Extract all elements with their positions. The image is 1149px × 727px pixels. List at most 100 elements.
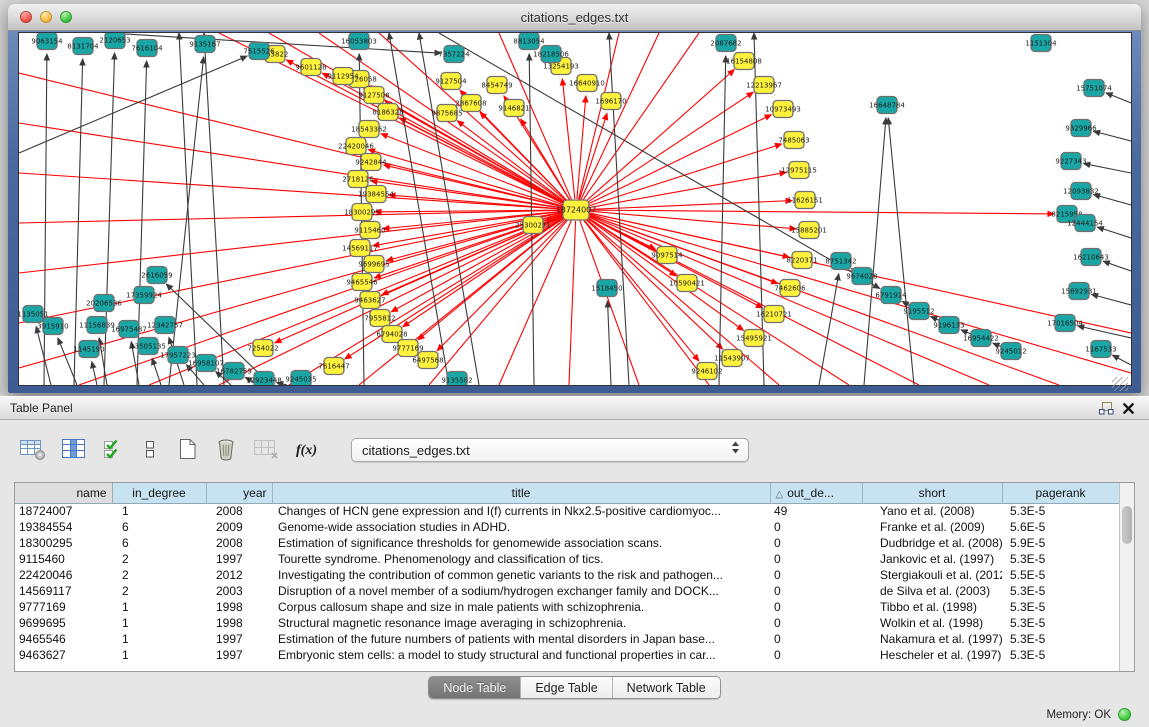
table-cell[interactable]: 9463627 — [15, 647, 112, 663]
network-node[interactable]: 12342757 — [147, 317, 183, 334]
table-cell[interactable]: 5.3E-5 — [1002, 615, 1119, 631]
table-cell[interactable]: 22420046 — [15, 567, 112, 583]
table-cell[interactable]: Jankovic et al. (1997) — [862, 551, 1002, 567]
table-row[interactable]: 946554611997Estimation of the future num… — [15, 631, 1119, 647]
table-cell[interactable]: 5.6E-5 — [1002, 519, 1119, 535]
table-cell[interactable]: 1 — [112, 615, 206, 631]
table-row[interactable]: 969969511998Structural magnetic resonanc… — [15, 615, 1119, 631]
network-node[interactable]: 8813054 — [513, 33, 545, 50]
column-header-short[interactable]: short — [862, 483, 1002, 503]
network-node[interactable]: 14569117 — [342, 240, 378, 257]
network-node[interactable]: 9246102 — [691, 363, 722, 380]
table-cell[interactable]: Disruption of a novel member of a sodium… — [272, 583, 770, 599]
table-cell[interactable]: Embryonic stem cells: a model to study s… — [272, 647, 770, 663]
tab-edge-table[interactable]: Edge Table — [521, 677, 612, 698]
network-node[interactable]: 15885201 — [791, 222, 827, 239]
network-node[interactable]: 1696170 — [595, 93, 626, 110]
table-cell[interactable]: 49 — [770, 503, 862, 519]
table-mode-button[interactable] — [18, 435, 47, 465]
network-node[interactable]: 22420046 — [338, 138, 374, 155]
table-cell[interactable]: 5.9E-5 — [1002, 535, 1119, 551]
network-node[interactable]: 12213967 — [746, 77, 782, 94]
network-node[interactable]: 17359924 — [126, 287, 162, 304]
delete-table-button[interactable] — [252, 435, 280, 465]
table-row[interactable]: 2242004622012Investigating the contribut… — [15, 567, 1119, 583]
network-node[interactable]: 8751342 — [825, 253, 856, 270]
delete-column-button[interactable] — [213, 435, 239, 465]
close-panel-button[interactable] — [1117, 398, 1139, 418]
table-cell[interactable]: 1997 — [206, 631, 272, 647]
table-cell[interactable]: 2008 — [206, 503, 272, 519]
table-cell[interactable]: 18300295 — [15, 535, 112, 551]
table-cell[interactable]: 9115460 — [15, 551, 112, 567]
column-header-out-de-[interactable]: △out_de... — [770, 483, 862, 503]
table-cell[interactable]: Structural magnetic resonance image aver… — [272, 615, 770, 631]
row-height-button[interactable] — [138, 435, 162, 465]
table-cell[interactable]: Corpus callosum shape and size in male p… — [272, 599, 770, 615]
table-cell[interactable]: 18724007 — [15, 503, 112, 519]
table-cell[interactable]: 0 — [770, 535, 862, 551]
network-node[interactable]: 15751074 — [1076, 80, 1112, 97]
network-node[interactable]: 16640910 — [569, 75, 605, 92]
table-cell[interactable]: 5.3E-5 — [1002, 599, 1119, 615]
table-cell[interactable]: Nakamura et al. (1997) — [862, 631, 1002, 647]
table-cell[interactable]: 2 — [112, 583, 206, 599]
table-cell[interactable]: 19384554 — [15, 519, 112, 535]
table-cell[interactable]: 5.3E-5 — [1002, 503, 1119, 519]
table-cell[interactable]: Estimation of the future numbers of pati… — [272, 631, 770, 647]
network-node[interactable]: 7254022 — [247, 340, 278, 357]
tab-network-table[interactable]: Network Table — [613, 677, 720, 698]
table-cell[interactable]: 6 — [112, 535, 206, 551]
network-node[interactable]: 16648784 — [869, 97, 905, 114]
column-header-in-degree[interactable]: in_degree — [112, 483, 206, 503]
network-node[interactable]: 9329966 — [1065, 120, 1097, 137]
table-cell[interactable]: 9777169 — [15, 599, 112, 615]
function-builder-button[interactable]: f(x) — [293, 435, 322, 465]
network-node[interactable]: 9127508 — [358, 87, 389, 104]
table-cell[interactable]: 1 — [112, 599, 206, 615]
table-cell[interactable]: 1998 — [206, 615, 272, 631]
table-cell[interactable]: 0 — [770, 567, 862, 583]
network-node[interactable]: 8131704 — [67, 38, 99, 55]
network-node[interactable]: 2120653 — [99, 33, 130, 49]
table-cell[interactable]: 5.3E-5 — [1002, 551, 1119, 567]
table-cell[interactable]: 2003 — [206, 583, 272, 599]
attribute-table[interactable]: namein_degreeyeartitle△out_de...shortpag… — [15, 483, 1120, 663]
scrollbar-thumb[interactable] — [1122, 506, 1132, 544]
network-node[interactable]: 16210643 — [1073, 249, 1109, 266]
network-node[interactable]: 9465546 — [346, 274, 378, 291]
table-cell[interactable]: Tibbo et al. (1998) — [862, 599, 1002, 615]
table-cell[interactable]: 9465546 — [15, 631, 112, 647]
table-cell[interactable]: 5.3E-5 — [1002, 631, 1119, 647]
network-node[interactable]: 9063154 — [31, 33, 63, 50]
table-cell[interactable]: Estimation of significance thresholds fo… — [272, 535, 770, 551]
network-node[interactable]: 9196133 — [933, 317, 964, 334]
table-cell[interactable]: 0 — [770, 519, 862, 535]
float-panel-button[interactable] — [1095, 398, 1117, 418]
table-cell[interactable]: 5.3E-5 — [1002, 583, 1119, 599]
network-node[interactable]: 9245012 — [995, 343, 1026, 360]
column-visibility-button[interactable] — [60, 435, 88, 465]
network-node[interactable]: 2087682 — [710, 35, 741, 52]
table-cell[interactable]: 2 — [112, 551, 206, 567]
network-node[interactable]: 12975115 — [781, 162, 817, 179]
table-cell[interactable]: 0 — [770, 615, 862, 631]
table-row[interactable]: 1872400712008Changes of HCN gene express… — [15, 503, 1119, 519]
zoom-window-button[interactable] — [60, 11, 72, 23]
table-cell[interactable]: 1997 — [206, 647, 272, 663]
network-node[interactable]: 6791914 — [875, 287, 907, 304]
network-node[interactable]: 7616447 — [318, 358, 349, 375]
table-cell[interactable]: 2012 — [206, 567, 272, 583]
create-column-button[interactable] — [175, 435, 200, 465]
network-node[interactable]: 15692931 — [1061, 283, 1097, 300]
table-cell[interactable]: 2008 — [206, 535, 272, 551]
network-node[interactable]: 1151304 — [1025, 35, 1057, 52]
table-row[interactable]: 946362711997Embryonic stem cells: a mode… — [15, 647, 1119, 663]
table-cell[interactable]: 0 — [770, 599, 862, 615]
table-scrollbar[interactable] — [1119, 483, 1134, 671]
column-header-pagerank[interactable]: pagerank — [1002, 483, 1119, 503]
table-cell[interactable]: 1 — [112, 647, 206, 663]
table-row[interactable]: 1456911722003Disruption of a novel membe… — [15, 583, 1119, 599]
tab-node-table[interactable]: Node Table — [429, 677, 521, 698]
network-node[interactable]: 7485063 — [778, 132, 809, 149]
